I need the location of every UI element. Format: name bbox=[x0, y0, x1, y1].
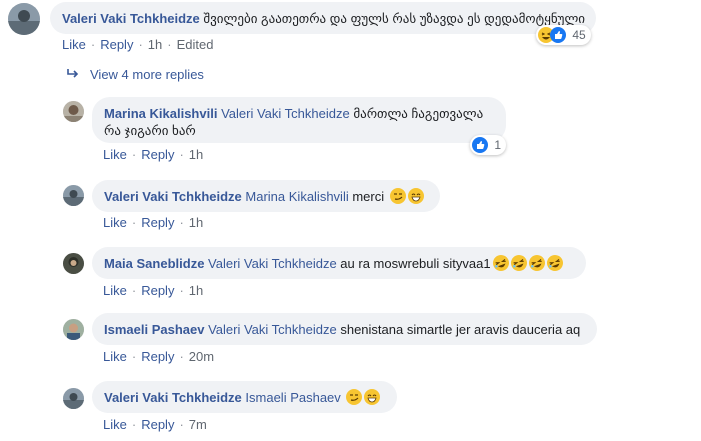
comment-time[interactable]: 1h bbox=[148, 37, 162, 52]
reply-actions: Like · Reply · 1h bbox=[103, 283, 204, 298]
reply-author[interactable]: Marina Kikalishvili bbox=[104, 106, 217, 121]
view-more-replies[interactable]: View 4 more replies bbox=[66, 67, 204, 82]
like-link[interactable]: Like bbox=[103, 349, 127, 364]
reply-text: merci bbox=[352, 189, 385, 204]
reply-mention[interactable]: Ismaeli Pashaev bbox=[245, 390, 340, 405]
reply-link[interactable]: Reply bbox=[141, 417, 174, 432]
avatar[interactable] bbox=[63, 101, 84, 122]
smirking-face-icon bbox=[389, 188, 406, 204]
like-link[interactable]: Like bbox=[103, 147, 127, 162]
edited-label[interactable]: Edited bbox=[177, 37, 214, 52]
reply-author[interactable]: Maia Saneblidze bbox=[104, 256, 204, 271]
comment-author[interactable]: Valeri Vaki Tchkheidze bbox=[62, 11, 200, 26]
like-link[interactable]: Like bbox=[103, 215, 127, 230]
comment-bubble: Valeri Vaki Tchkheidze შვილები გაათეთრა … bbox=[50, 2, 596, 34]
reply-link[interactable]: Reply bbox=[100, 37, 133, 52]
rolling-laughing-icon bbox=[490, 252, 511, 274]
reply-link[interactable]: Reply bbox=[141, 349, 174, 364]
reaction-summary[interactable]: 1 bbox=[470, 135, 507, 155]
avatar[interactable] bbox=[63, 253, 84, 274]
reply-time[interactable]: 1h bbox=[189, 215, 203, 230]
reaction-count: 45 bbox=[572, 28, 586, 42]
view-more-replies-label[interactable]: View 4 more replies bbox=[90, 67, 204, 82]
reply-mention[interactable]: Valeri Vaki Tchkheidze bbox=[208, 322, 337, 337]
avatar[interactable] bbox=[63, 319, 84, 340]
reply-actions: Like · Reply · 1h bbox=[103, 147, 204, 162]
reply-mention[interactable]: Valeri Vaki Tchkheidze bbox=[221, 106, 350, 121]
reply-actions: Like · Reply · 20m bbox=[103, 349, 215, 364]
reply-bubble: Valeri Vaki Tchkheidze Ismaeli Pashaev bbox=[92, 381, 397, 413]
reply-actions: Like · Reply · 1h bbox=[103, 215, 204, 230]
rolling-laughing-icon bbox=[508, 252, 529, 274]
reply-text: shenistana simartle jer aravis dauceria … bbox=[340, 322, 581, 337]
reaction-count: 1 bbox=[494, 138, 502, 152]
reply-time[interactable]: 1h bbox=[189, 147, 203, 162]
comment-actions: Like · Reply · 1h · Edited bbox=[62, 37, 214, 52]
reply-author[interactable]: Valeri Vaki Tchkheidze bbox=[104, 189, 242, 204]
reply-mention[interactable]: Marina Kikalishvili bbox=[245, 189, 348, 204]
grinning-face-icon bbox=[407, 188, 424, 204]
reply-author[interactable]: Ismaeli Pashaev bbox=[104, 322, 204, 337]
reply-author[interactable]: Valeri Vaki Tchkheidze bbox=[104, 390, 242, 405]
comment-text: შვილები გაათეთრა და ფულს რას უზავდა ეს დ… bbox=[203, 11, 586, 26]
rolling-laughing-icon bbox=[526, 252, 547, 274]
like-link[interactable]: Like bbox=[62, 37, 86, 52]
reply-time[interactable]: 1h bbox=[189, 283, 203, 298]
reply-link[interactable]: Reply bbox=[141, 215, 174, 230]
reply-mention[interactable]: Valeri Vaki Tchkheidze bbox=[208, 256, 337, 271]
grinning-face-icon bbox=[364, 389, 381, 405]
reply-link[interactable]: Reply bbox=[141, 283, 174, 298]
reply-text: au ra moswrebuli sityvaa1 bbox=[340, 256, 491, 271]
reply-time[interactable]: 7m bbox=[189, 417, 207, 432]
reply-bubble: Marina Kikalishvili Valeri Vaki Tchkheid… bbox=[92, 97, 506, 143]
avatar[interactable] bbox=[63, 388, 84, 409]
smirking-face-icon bbox=[346, 389, 363, 405]
reply-bubble: Maia Saneblidze Valeri Vaki Tchkheidze a… bbox=[92, 247, 586, 279]
reply-arrow-icon bbox=[67, 69, 79, 78]
avatar[interactable] bbox=[63, 185, 84, 206]
like-link[interactable]: Like bbox=[103, 417, 127, 432]
avatar[interactable] bbox=[8, 3, 40, 35]
reply-bubble: Valeri Vaki Tchkheidze Marina Kikalishvi… bbox=[92, 180, 440, 212]
reaction-summary[interactable]: 45 bbox=[536, 25, 591, 45]
like-link[interactable]: Like bbox=[103, 283, 127, 298]
reply-time[interactable]: 20m bbox=[189, 349, 214, 364]
reply-actions: Like · Reply · 7m bbox=[103, 417, 207, 432]
thumbs-up-icon bbox=[550, 27, 566, 43]
rolling-laughing-icon bbox=[544, 252, 565, 274]
reply-bubble: Ismaeli Pashaev Valeri Vaki Tchkheidze s… bbox=[92, 313, 597, 345]
reply-link[interactable]: Reply bbox=[141, 147, 174, 162]
thumbs-up-icon bbox=[472, 137, 488, 153]
